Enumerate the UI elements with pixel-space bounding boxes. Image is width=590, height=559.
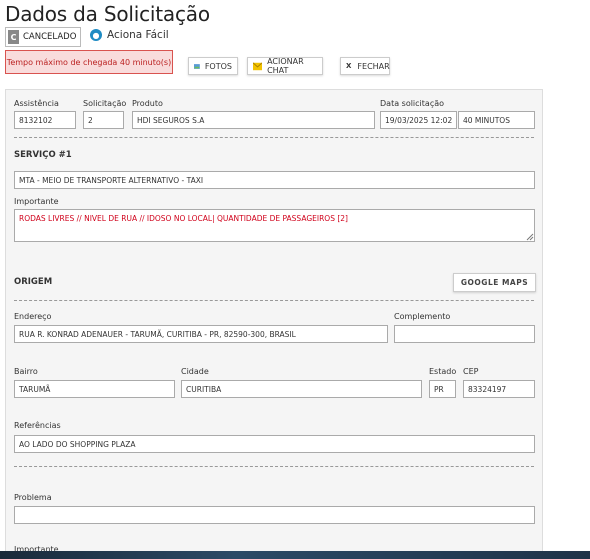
photo-icon: [194, 63, 200, 69]
taskbar: [0, 551, 590, 559]
important-textarea[interactable]: RODAS LIVRES // NIVEL DE RUA // IDOSO NO…: [14, 209, 535, 242]
complemento-label: Complemento: [394, 312, 451, 321]
location-icon: ●: [90, 29, 102, 41]
google-maps-button[interactable]: GOOGLE MAPS: [453, 273, 536, 292]
close-button[interactable]: X FECHAR: [340, 57, 390, 75]
referencias-label: Referências: [14, 421, 61, 430]
bairro-label: Bairro: [14, 367, 38, 376]
divider: [14, 466, 534, 467]
endereco-label: Endereço: [14, 312, 52, 321]
photos-label: FOTOS: [204, 61, 232, 71]
photos-button[interactable]: FOTOS: [188, 57, 238, 75]
cep-label: CEP: [463, 367, 479, 376]
estado-label: Estado: [429, 367, 457, 376]
produto-field[interactable]: HDI SEGUROS S.A: [132, 111, 375, 129]
origin-title: ORIGEM: [14, 277, 53, 287]
data-solicitacao-field[interactable]: 19/03/2025 12:02: [380, 111, 457, 129]
bairro-field[interactable]: TARUMÃ: [14, 380, 175, 398]
endereco-field[interactable]: RUA R. KONRAD ADENAUER - TARUMÃ, CURITIB…: [14, 325, 388, 343]
cidade-label: Cidade: [181, 367, 209, 376]
assistencia-field[interactable]: 8132102: [14, 111, 76, 129]
produto-label: Produto: [132, 99, 163, 108]
envelope-icon: [253, 61, 263, 70]
cidade-field[interactable]: CURITIBA: [181, 380, 422, 398]
arrival-time-alert: Tempo máximo de chegada 40 minuto(s): [5, 50, 173, 74]
chat-label: ACIONAR CHAT: [267, 57, 304, 75]
brand-logo: ● Aciona Fácil: [90, 29, 169, 41]
close-label: FECHAR: [357, 61, 390, 71]
divider: [14, 300, 534, 301]
service-title: SERVIÇO #1: [14, 150, 72, 160]
solicitacao-field[interactable]: 2: [83, 111, 124, 129]
solicitacao-label: Solicitação: [83, 99, 127, 108]
start-chat-button[interactable]: ACIONAR CHAT: [247, 57, 323, 75]
estado-field[interactable]: PR: [429, 380, 456, 398]
complemento-field[interactable]: [394, 325, 535, 343]
page-title: Dados da Solicitação: [5, 2, 210, 26]
problema-label: Problema: [14, 493, 52, 502]
cep-field[interactable]: 83324197: [463, 380, 535, 398]
request-panel: [5, 89, 543, 559]
problema-field[interactable]: [14, 506, 535, 524]
service-type-field[interactable]: MTA - MEIO DE TRANSPORTE ALTERNATIVO - T…: [14, 171, 535, 189]
brand-label: Aciona Fácil: [107, 29, 169, 41]
status-label: CANCELADO: [23, 32, 77, 42]
resize-handle-icon[interactable]: [526, 233, 534, 241]
status-letter-icon: C: [8, 30, 19, 44]
important-label: Importante: [14, 197, 59, 206]
divider: [14, 137, 534, 138]
close-icon: X: [346, 62, 352, 70]
referencias-field[interactable]: AO LADO DO SHOPPING PLAZA: [14, 435, 535, 453]
status-badge: C CANCELADO: [5, 27, 82, 47]
assistencia-label: Assistência: [14, 99, 59, 108]
tempo-field[interactable]: 40 MINUTOS: [458, 111, 535, 129]
data-solicitacao-label: Data solicitação: [380, 99, 445, 108]
